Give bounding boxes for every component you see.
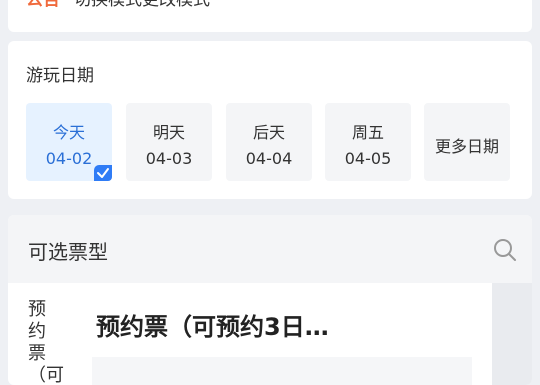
date-option-day: 明天 xyxy=(152,123,185,142)
ticket-types-header: 可选票型 xyxy=(8,215,532,283)
selected-check-icon xyxy=(94,165,112,181)
date-option-date: 04-05 xyxy=(344,149,392,168)
search-icon[interactable] xyxy=(492,237,518,263)
ticket-name[interactable]: 预约票（可预约3日… xyxy=(96,307,329,342)
notice-text: 切换模式更改模式 xyxy=(74,0,210,10)
date-option-day: 后天 xyxy=(252,123,285,142)
visit-date-title: 游玩日期 xyxy=(26,66,94,86)
date-option-day: 今天 xyxy=(52,123,85,142)
ticket-category-tab[interactable]: 预约票（可 xyxy=(28,299,64,385)
date-option-day: 周五 xyxy=(351,123,384,142)
more-dates-label: 更多日期 xyxy=(434,137,499,156)
notice-tag: 公告 xyxy=(26,0,60,10)
ticket-types-card: 可选票型 预约票（可 预约票（可预约3日… xyxy=(8,215,532,385)
scroll-strip xyxy=(492,283,532,385)
date-option-date: 04-03 xyxy=(145,149,193,168)
date-option-friday[interactable]: 周五 04-05 xyxy=(325,103,411,181)
date-option-day-after[interactable]: 后天 04-04 xyxy=(226,103,312,181)
ticket-types-title: 可选票型 xyxy=(28,240,108,264)
notice-bar: 公告 切换模式更改模式 xyxy=(8,0,532,32)
ticket-detail-box xyxy=(92,357,472,385)
visit-date-card: 游玩日期 今天 04-02 明天 04-03 后天 04-04 周五 04-05… xyxy=(8,41,532,199)
date-option-date: 04-04 xyxy=(245,149,293,168)
date-option-tomorrow[interactable]: 明天 04-03 xyxy=(126,103,212,181)
date-option-today[interactable]: 今天 04-02 xyxy=(26,103,112,181)
more-dates-button[interactable]: 更多日期 xyxy=(424,103,510,181)
